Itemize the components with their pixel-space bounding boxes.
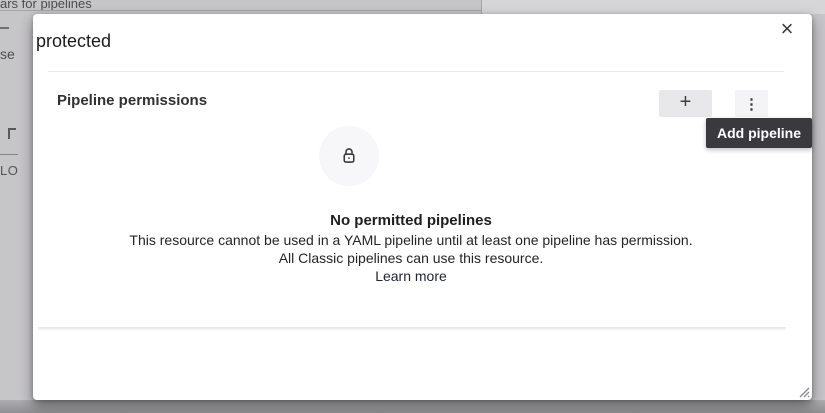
background-text-fragment: LO — [0, 163, 18, 178]
background-panel — [482, 0, 825, 14]
empty-state-title: No permitted pipelines — [33, 211, 789, 230]
content-bottom-divider — [38, 327, 786, 329]
close-icon: × — [781, 18, 794, 40]
lock-icon — [338, 145, 360, 167]
pipeline-permissions-dialog: protected × Pipeline permissions + ⋮ Add… — [33, 14, 812, 400]
background-glyph-fragment — [8, 128, 16, 139]
empty-state-icon-circle — [319, 126, 379, 186]
plus-icon: + — [680, 91, 692, 114]
empty-state-description-line-2: All Classic pipelines can use this resou… — [33, 249, 789, 267]
kebab-icon: ⋮ — [744, 95, 759, 113]
overlay-shadow-strip — [0, 400, 825, 413]
dialog-title: protected — [36, 29, 111, 53]
empty-state-description-line-1: This resource cannot be used in a YAML p… — [33, 231, 789, 249]
section-heading: Pipeline permissions — [57, 92, 207, 109]
background-text-fragment: se — [0, 46, 15, 62]
add-pipeline-button[interactable]: + — [659, 90, 712, 117]
header-divider — [48, 71, 784, 72]
background-line-fragment — [0, 27, 9, 29]
empty-state: No permitted pipelines This resource can… — [33, 211, 789, 286]
add-pipeline-tooltip: Add pipeline — [706, 118, 812, 148]
resize-handle-icon[interactable] — [797, 385, 810, 398]
more-options-button[interactable]: ⋮ — [735, 90, 768, 117]
close-button[interactable]: × — [773, 15, 801, 43]
learn-more-link[interactable]: Learn more — [375, 267, 447, 285]
screen: ars for pipelines se LO protected × Pipe… — [0, 0, 825, 413]
background-divider — [0, 10, 481, 11]
background-divider-fragment — [0, 154, 18, 155]
